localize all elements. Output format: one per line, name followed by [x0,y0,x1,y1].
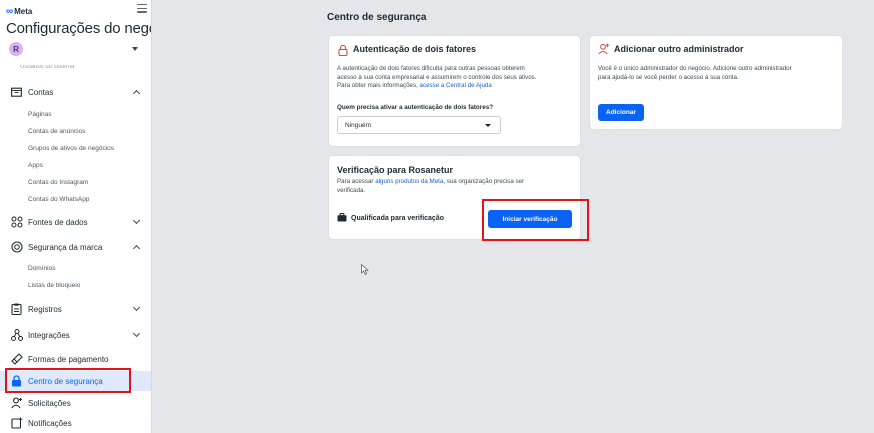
payment-icon [10,353,23,366]
sidebar-item-label: Formas de pagamento [28,354,109,364]
person-request-icon [10,397,23,410]
add-admin-description: Você é o único administrador do negócio.… [598,65,838,82]
help-center-link[interactable]: acesse a Central de Ajuda [420,82,492,89]
sidebar-item-cutoff[interactable]: Usuários do sistema [20,65,74,70]
folder-icon [10,86,23,99]
sidebar-item-formas-pagamento[interactable]: Formas de pagamento [0,349,151,369]
meta-products-link[interactable]: alguns produtos da Meta [375,178,443,185]
sidebar-item-grupos-ativos[interactable]: Grupos de ativos de negócios [28,145,114,152]
sidebar-item-listas-bloqueio[interactable]: Listas de bloqueio [28,282,80,289]
dropdown-value: Ninguém [345,121,372,129]
sidebar-item-dominios[interactable]: Domínios [28,265,55,272]
sidebar-item-solicitacoes[interactable]: Solicitações [0,393,151,413]
eligibility-status: Qualificada para verificação [337,213,444,224]
sidebar-item-label: Notificações [28,418,72,428]
eligibility-label: Qualificada para verificação [351,215,444,222]
chevron-down-icon [132,47,138,51]
add-admin-card: Adicionar outro administrador Você é o ú… [590,36,842,129]
verification-description: Para acessar alguns produtos da Meta, su… [337,178,573,195]
chevron-down-icon [132,329,141,338]
avatar: R [9,42,23,56]
sidebar-group-label: Contas [28,87,54,97]
two-factor-requirement-dropdown[interactable]: Ninguém [337,116,501,134]
two-factor-card: Autenticação de dois fatores A autentica… [329,36,580,146]
highlight-box-sidebar [5,368,131,393]
sidebar-group-contas[interactable]: Contas [0,82,151,102]
sidebar-item-apps[interactable]: Apps [28,162,43,169]
add-admin-button[interactable]: Adicionar [598,104,644,121]
sidebar-group-label: Registros [28,304,62,314]
notification-icon [10,417,23,430]
mouse-cursor-icon [361,262,369,275]
add-admin-text-1: Você é o único administrador do negócio.… [598,65,792,72]
two-factor-title: Autenticação de dois fatores [353,44,477,54]
verification-text-2: verificada. [337,186,366,194]
sidebar-group-label: Fontes de dados [28,217,88,227]
hamburger-menu-icon[interactable] [137,4,147,13]
add-admin-title: Adicionar outro administrador [614,44,744,54]
page-title: Configurações do negócio [6,20,151,37]
add-person-icon [598,42,610,60]
section-title: Centro de segurança [327,12,427,23]
sidebar-group-seguranca-marca[interactable]: Segurança da marca [0,237,151,257]
chevron-up-icon [132,244,141,253]
chevron-down-icon [485,124,491,127]
two-factor-description: A autenticação de dois fatores dificulta… [337,65,575,91]
sidebar-group-fontes-dados[interactable]: Fontes de dados [0,212,151,232]
verification-title: Verificação para Rosanetur [337,165,454,175]
clipboard-icon [10,303,23,316]
sidebar-item-notificacoes[interactable]: Notificações [0,413,151,433]
chevron-down-icon [132,303,141,312]
meta-infinity-icon: ∞ [6,6,13,17]
sidebar-group-label: Segurança da marca [28,242,103,252]
verification-text-1a: Para acessar [337,178,376,185]
account-selector[interactable]: R [6,39,145,59]
verification-text-1b: , sua organização precisa ser [443,178,525,185]
sidebar-item-instagram[interactable]: Contas do Instagram [28,179,88,186]
chevron-up-icon [132,89,141,98]
add-admin-text-2: para ajudá-lo se você perder o acesso à … [598,73,739,81]
lock-outline-icon [338,43,348,61]
briefcase-icon [337,213,347,224]
shield-icon [10,241,23,254]
sidebar-group-integracoes[interactable]: Integrações [0,325,151,345]
sidebar-item-contas-anuncios[interactable]: Contas de anúncios [28,128,85,135]
two-factor-text-3: Para obter mais informações, [337,82,420,89]
sidebar-group-registros[interactable]: Registros [0,299,151,319]
meta-logo[interactable]: ∞ Meta [6,6,32,17]
sidebar-item-whatsapp[interactable]: Contas do WhatsApp [28,196,89,203]
two-factor-question: Quem precisa ativar a autenticação de do… [337,104,494,111]
two-factor-text-2: acesso à sua conta empresarial e assumir… [337,73,537,81]
highlight-box-verification [482,199,589,241]
chevron-down-icon [132,216,141,225]
two-factor-text-1: A autenticação de dois fatores dificulta… [337,65,525,72]
sidebar-group-label: Integrações [28,330,70,340]
data-sources-icon [10,216,23,229]
sidebar-item-paginas[interactable]: Páginas [28,111,52,118]
integrations-icon [10,329,23,342]
sidebar-item-label: Solicitações [28,398,71,408]
brand-name: Meta [14,7,33,16]
